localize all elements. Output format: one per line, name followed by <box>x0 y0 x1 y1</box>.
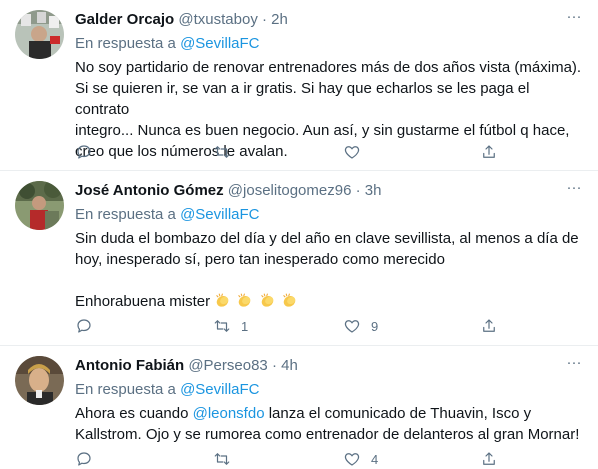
text-line: Ahora es cuando @leonsfdo lanza el comun… <box>75 403 584 424</box>
reply-button[interactable] <box>75 316 103 336</box>
tweet-text: Ahora es cuando @leonsfdo lanza el comun… <box>75 403 584 445</box>
timestamp[interactable]: 4h <box>281 357 298 374</box>
retweet-icon <box>214 320 230 332</box>
clapping-hands-icon <box>282 293 296 307</box>
clapping-hands-icon <box>216 293 229 307</box>
mention-link[interactable]: @leonsfdo <box>193 405 265 422</box>
reply-context: En respuesta a @SevillaFC <box>75 380 584 400</box>
retweet-icon <box>214 146 230 158</box>
retweet-button[interactable]: 1 <box>213 316 248 336</box>
separator: · <box>262 11 267 28</box>
reply-handle-link[interactable]: @SevillaFC <box>180 381 259 398</box>
timestamp[interactable]: 2h <box>271 11 288 28</box>
like-button[interactable]: 9 <box>343 316 378 336</box>
avatar[interactable] <box>15 356 64 405</box>
timestamp[interactable]: 3h <box>365 182 382 199</box>
avatar[interactable] <box>15 181 64 230</box>
reply-context: En respuesta a @SevillaFC <box>75 205 584 225</box>
separator: · <box>355 182 361 199</box>
avatar[interactable] <box>15 10 64 59</box>
author-handle[interactable]: @Perseo83 <box>188 357 267 374</box>
clapping-hands-icon <box>238 293 251 307</box>
reply-icon <box>77 145 91 159</box>
share-icon <box>483 319 495 332</box>
text-line: Enhorabuena mister <box>75 291 584 312</box>
text-line: Kallstrom. Ojo y se rumorea como entrena… <box>75 426 580 443</box>
text-line: integro... Nunca es buen negocio. Aun as… <box>75 122 570 139</box>
text-segment: lanza el comunicado de Thuavin, Isco y <box>268 405 532 422</box>
like-count: 9 <box>371 318 379 334</box>
share-icon <box>483 452 495 465</box>
reply-prefix: En respuesta a <box>75 206 176 223</box>
tweet-text: Sin duda el bombazo del día y del año en… <box>75 228 584 312</box>
author-name[interactable]: José Antonio Gómez <box>75 182 224 199</box>
like-button[interactable]: 4 <box>343 449 378 469</box>
text-segment: Ahora es cuando <box>75 405 189 422</box>
tweet-actions <box>75 142 515 162</box>
retweet-count: 1 <box>241 318 249 334</box>
reply-button[interactable] <box>75 142 103 162</box>
share-icon <box>483 145 495 158</box>
heart-icon <box>344 146 360 159</box>
reply-icon <box>77 319 91 333</box>
heart-icon <box>344 320 360 333</box>
tweet[interactable]: ··· José Antonio Gómez @joselitogomez96 … <box>0 171 598 346</box>
reply-prefix: En respuesta a <box>75 35 176 52</box>
reply-icon <box>77 452 91 466</box>
share-button[interactable] <box>480 142 508 162</box>
text-line: Sin duda el bombazo del día y del año en… <box>75 230 579 247</box>
text-line-content: Enhorabuena mister <box>75 293 211 310</box>
reply-handle-link[interactable]: @SevillaFC <box>180 206 259 223</box>
share-button[interactable] <box>480 449 508 469</box>
author-name[interactable]: Galder Orcajo <box>75 11 174 28</box>
retweet-icon <box>214 453 230 465</box>
share-button[interactable] <box>480 316 508 336</box>
like-count: 4 <box>371 451 379 467</box>
author-handle[interactable]: @joselitogomez96 <box>228 182 352 199</box>
clapping-hands-icon <box>260 293 273 307</box>
tweet[interactable]: ··· Antonio Fabián @Perseo83 · 4h En res… <box>0 346 598 469</box>
heart-icon <box>344 453 360 466</box>
text-line: hoy, inesperado sí, pero tan inesperado … <box>75 251 445 268</box>
author-handle[interactable]: @txustaboy <box>178 11 257 28</box>
author-name[interactable]: Antonio Fabián <box>75 357 184 374</box>
tweet-actions: 4 <box>75 449 515 469</box>
retweet-button[interactable] <box>213 449 241 469</box>
text-line: No soy partidario de renovar entrenadore… <box>75 59 582 76</box>
reply-prefix: En respuesta a <box>75 381 176 398</box>
text-line: Si se quieren ir, se van a ir gratis. Si… <box>75 80 530 118</box>
reply-context: En respuesta a @SevillaFC <box>75 34 584 54</box>
tweet-actions: 1 9 <box>75 316 515 336</box>
reply-button[interactable] <box>75 449 103 469</box>
tweet[interactable]: ··· Galder Orcajo @txustaboy · 2h En res… <box>0 0 598 171</box>
clapping-hands-emoji-group <box>214 293 299 310</box>
separator: · <box>271 357 277 374</box>
like-button[interactable] <box>343 142 371 162</box>
reply-handle-link[interactable]: @SevillaFC <box>180 35 259 52</box>
retweet-button[interactable] <box>213 142 241 162</box>
